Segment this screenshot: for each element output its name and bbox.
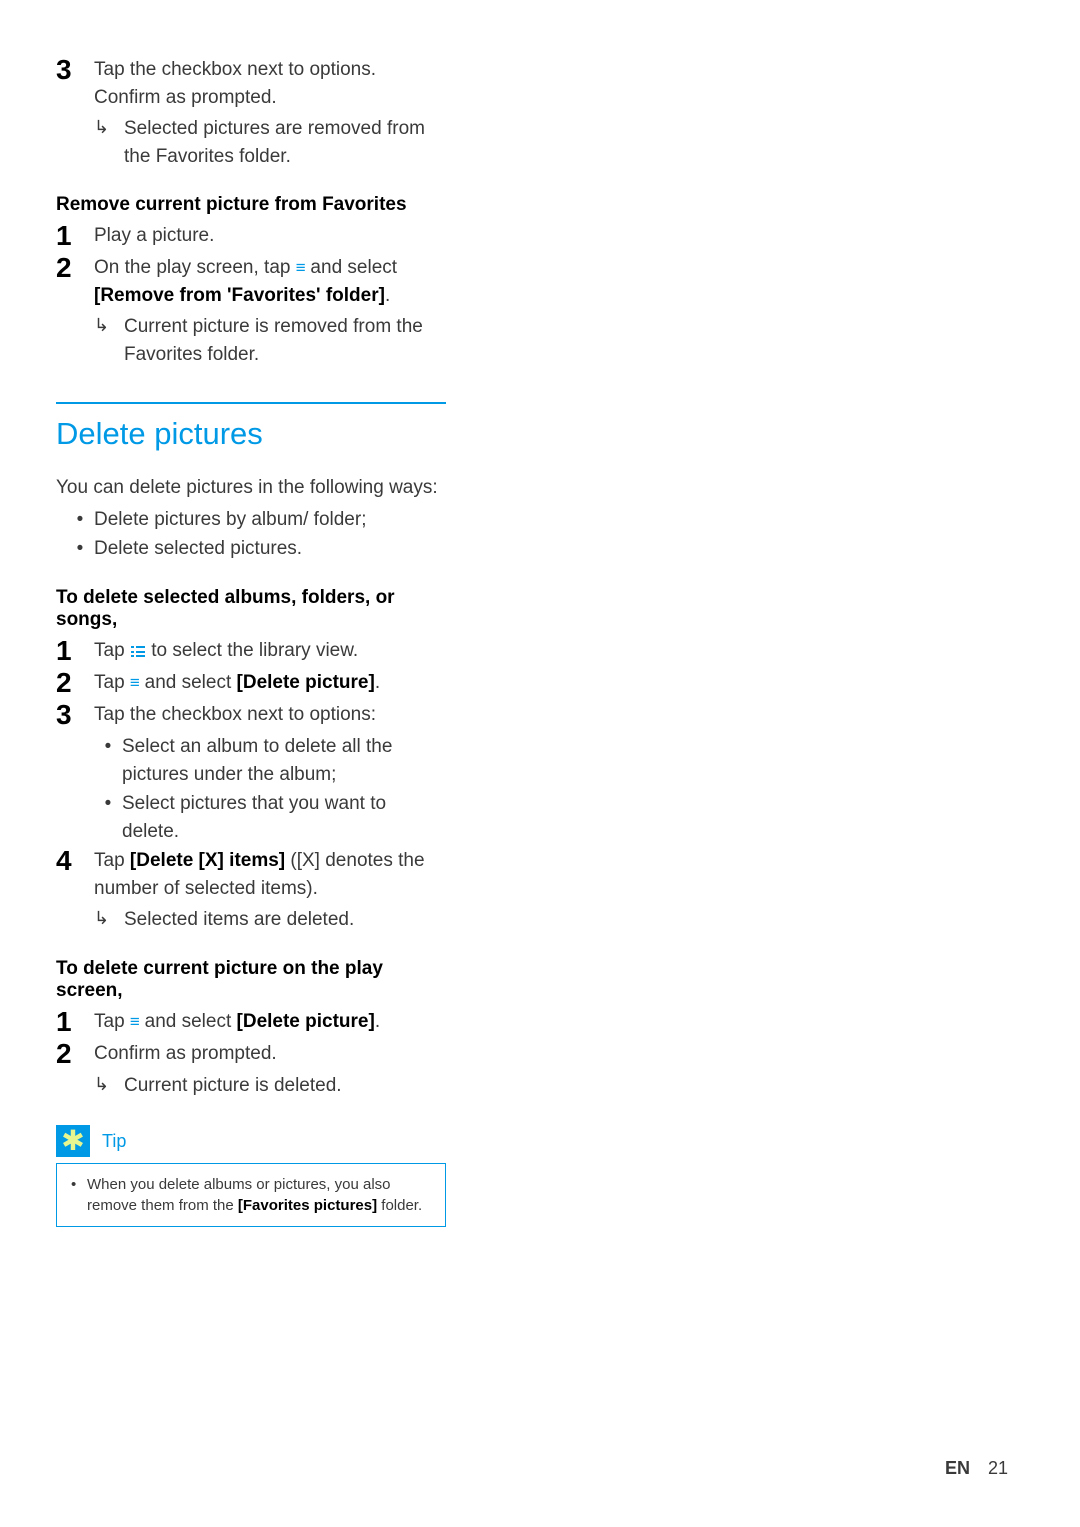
- text-fragment: and select: [139, 1011, 236, 1032]
- text-fragment: .: [385, 285, 390, 306]
- step-3-top: 3 Tap the checkbox next to options. Conf…: [56, 56, 446, 111]
- bullet-dot: •: [94, 733, 122, 761]
- remove-step-2: 2 On the play screen, tap ≡ and select […: [56, 254, 446, 309]
- nested-text: Select pictures that you want to delete.: [122, 790, 446, 845]
- tip-text: When you delete albums or pictures, you …: [87, 1174, 435, 1216]
- text-fragment: and select: [305, 257, 397, 278]
- step-number: 1: [56, 1008, 94, 1036]
- bold-text: [Delete [X] items]: [130, 850, 285, 871]
- step-text: Tap the checkbox next to options. Confir…: [94, 56, 446, 111]
- nested-item: • Select pictures that you want to delet…: [94, 790, 446, 845]
- text-fragment: .: [375, 672, 380, 693]
- tip-header: ✱ Tip: [56, 1125, 446, 1157]
- bullet-dot: •: [67, 1174, 87, 1195]
- tip-label: Tip: [102, 1131, 126, 1152]
- text-fragment: .: [375, 1011, 380, 1032]
- step-text: On the play screen, tap ≡ and select [Re…: [94, 254, 446, 309]
- sub-heading-delete-current: To delete current picture on the play sc…: [56, 958, 446, 1002]
- text-fragment: Tap: [94, 640, 130, 661]
- del-step-4: 4 Tap [Delete [X] items] ([X] denotes th…: [56, 847, 446, 902]
- library-grid-icon: [131, 646, 145, 657]
- result-text: Current picture is deleted.: [124, 1072, 446, 1100]
- step-text: Tap ≡ and select [Delete picture].: [94, 1008, 446, 1036]
- step-number: 3: [56, 56, 94, 84]
- result-arrow-icon: ↳: [94, 906, 124, 929]
- menu-icon: ≡: [296, 256, 305, 281]
- bold-text: [Favorites pictures]: [238, 1197, 377, 1214]
- text-fragment: Tap: [94, 850, 130, 871]
- section-title-delete: Delete pictures: [56, 416, 446, 452]
- result-text: Current picture is removed from the Favo…: [124, 313, 446, 368]
- bullet-list: • Delete pictures by album/ folder; • De…: [66, 506, 446, 563]
- text-fragment: folder.: [377, 1197, 422, 1214]
- menu-icon: ≡: [130, 1010, 139, 1035]
- bullet-dot: •: [66, 506, 94, 534]
- page-content: 3 Tap the checkbox next to options. Conf…: [56, 56, 446, 1227]
- text-fragment: Tap: [94, 672, 130, 693]
- bullet-item: • Delete pictures by album/ folder;: [66, 506, 446, 534]
- step-number: 2: [56, 254, 94, 282]
- text-fragment: and select: [139, 672, 236, 693]
- del-step-3: 3 Tap the checkbox next to options:: [56, 701, 446, 729]
- result-arrow-icon: ↳: [94, 1072, 124, 1095]
- step-number: 3: [56, 701, 94, 729]
- bullet-text: Delete pictures by album/ folder;: [94, 506, 446, 534]
- del-step-1: 1 Tap to select the library view.: [56, 637, 446, 665]
- footer-lang: EN: [945, 1458, 970, 1478]
- step-result: ↳ Selected items are deleted.: [94, 906, 446, 934]
- step-result: ↳ Current picture is deleted.: [94, 1072, 446, 1100]
- step-result: ↳ Current picture is removed from the Fa…: [94, 313, 446, 368]
- text-fragment: to select the library view.: [146, 640, 358, 661]
- footer-page-number: 21: [988, 1458, 1008, 1478]
- step-text: Tap ≡ and select [Delete picture].: [94, 669, 446, 697]
- tip-item: • When you delete albums or pictures, yo…: [67, 1174, 435, 1216]
- menu-icon: ≡: [130, 671, 139, 696]
- tip-box: ✱ Tip • When you delete albums or pictur…: [56, 1125, 446, 1227]
- tip-star-icon: ✱: [56, 1125, 90, 1157]
- page-footer: EN 21: [945, 1458, 1008, 1479]
- bullet-text: Delete selected pictures.: [94, 535, 446, 563]
- step-result: ↳ Selected pictures are removed from the…: [94, 115, 446, 170]
- nested-bullets: • Select an album to delete all the pict…: [94, 733, 446, 845]
- step-number: 1: [56, 222, 94, 250]
- step-number: 4: [56, 847, 94, 875]
- text-fragment: Tap: [94, 1011, 130, 1032]
- delcur-step-1: 1 Tap ≡ and select [Delete picture].: [56, 1008, 446, 1036]
- step-number: 2: [56, 1040, 94, 1068]
- bold-text: [Remove from 'Favorites' folder]: [94, 285, 385, 306]
- step-text: Play a picture.: [94, 222, 446, 250]
- result-text: Selected items are deleted.: [124, 906, 446, 934]
- bold-text: [Delete picture]: [237, 1011, 375, 1032]
- bullet-dot: •: [66, 535, 94, 563]
- step-text: Tap [Delete [X] items] ([X] denotes the …: [94, 847, 446, 902]
- sub-heading-remove-current: Remove current picture from Favorites: [56, 194, 446, 216]
- tip-body: • When you delete albums or pictures, yo…: [56, 1163, 446, 1227]
- step-number: 1: [56, 637, 94, 665]
- nested-item: • Select an album to delete all the pict…: [94, 733, 446, 788]
- step-text: Confirm as prompted.: [94, 1040, 446, 1068]
- step-text: Tap to select the library view.: [94, 637, 446, 665]
- del-step-2: 2 Tap ≡ and select [Delete picture].: [56, 669, 446, 697]
- delcur-step-2: 2 Confirm as prompted.: [56, 1040, 446, 1068]
- text-fragment: On the play screen, tap: [94, 257, 296, 278]
- sub-heading-delete-selected: To delete selected albums, folders, or s…: [56, 587, 446, 631]
- step-text: Tap the checkbox next to options:: [94, 701, 446, 729]
- step-number: 2: [56, 669, 94, 697]
- result-arrow-icon: ↳: [94, 115, 124, 138]
- intro-text: You can delete pictures in the following…: [56, 474, 446, 502]
- result-arrow-icon: ↳: [94, 313, 124, 336]
- bullet-item: • Delete selected pictures.: [66, 535, 446, 563]
- result-text: Selected pictures are removed from the F…: [124, 115, 446, 170]
- bold-text: [Delete picture]: [237, 672, 375, 693]
- bullet-dot: •: [94, 790, 122, 818]
- nested-text: Select an album to delete all the pictur…: [122, 733, 446, 788]
- remove-step-1: 1 Play a picture.: [56, 222, 446, 250]
- section-divider: [56, 402, 446, 404]
